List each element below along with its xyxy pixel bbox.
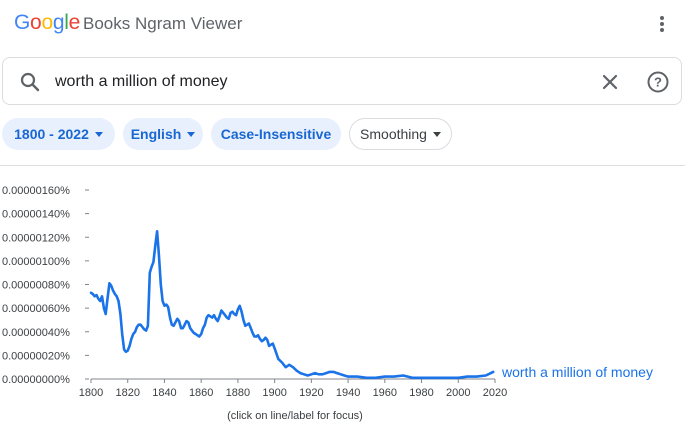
search-box: ? — [2, 57, 682, 105]
x-tick-label: 2000 — [446, 387, 470, 399]
x-tick-label: 1860 — [189, 387, 213, 399]
y-tick-label: 0.00000100% — [2, 256, 70, 268]
help-icon[interactable]: ? — [646, 70, 670, 94]
x-tick-label: 1960 — [373, 387, 397, 399]
series-label[interactable]: worth a million of money — [501, 364, 653, 380]
google-logo[interactable]: Google — [14, 11, 80, 35]
case-insensitive-toggle[interactable]: Case-Insensitive — [211, 118, 341, 150]
chart-footnote: (click on line/label for focus) — [227, 410, 363, 422]
x-tick-label: 1940 — [336, 387, 360, 399]
y-tick-label: 0.00000120% — [2, 232, 70, 244]
search-icon[interactable] — [19, 71, 41, 93]
ngram-chart: 0.00000000% 0.00000020% 0.00000040% 0.00000… — [2, 185, 653, 399]
smoothing-dropdown[interactable]: Smoothing — [349, 118, 452, 150]
series-line[interactable] — [89, 229, 495, 380]
divider — [0, 165, 685, 166]
app-title: Books Ngram Viewer — [83, 14, 243, 33]
y-tick-label: 0.00000160% — [2, 185, 70, 197]
header: Google Books Ngram Viewer — [0, 0, 685, 50]
caret-down-icon — [432, 132, 441, 137]
case-label: Case-Insensitive — [220, 126, 332, 142]
year-range-label: 1800 - 2022 — [14, 126, 89, 142]
more-vert-icon[interactable] — [650, 12, 674, 36]
logo-letter: g — [52, 11, 65, 34]
language-dropdown[interactable]: English — [123, 118, 203, 150]
y-tick-label: 0.00000060% — [2, 303, 70, 315]
y-tick-label: 0.00000020% — [2, 350, 70, 362]
language-label: English — [130, 126, 182, 142]
caret-down-icon — [187, 132, 196, 137]
x-tick-label: 1840 — [152, 387, 176, 399]
y-tick-label: 0.00000000% — [2, 374, 70, 386]
logo-letter: o — [30, 11, 42, 34]
x-tick-label: 1800 — [79, 387, 103, 399]
caret-down-icon — [94, 132, 103, 137]
logo-letter: o — [41, 11, 53, 34]
search-input[interactable] — [55, 70, 575, 94]
close-icon[interactable] — [599, 71, 621, 93]
logo-letter: G — [14, 11, 31, 34]
x-tick-label: 2020 — [483, 387, 507, 399]
smoothing-label: Smoothing — [360, 126, 427, 142]
x-tick-label: 1980 — [409, 387, 433, 399]
y-tick-label: 0.00000080% — [2, 280, 70, 292]
logo-letter: e — [68, 11, 81, 34]
x-tick-label: 1920 — [299, 387, 323, 399]
year-range-dropdown[interactable]: 1800 - 2022 — [2, 118, 115, 150]
y-tick-label: 0.00000040% — [2, 327, 70, 339]
x-tick-label: 1900 — [262, 387, 286, 399]
x-tick-label: 1880 — [226, 387, 250, 399]
svg-text:?: ? — [654, 75, 662, 90]
y-tick-label: 0.00000140% — [2, 209, 70, 221]
x-tick-label: 1820 — [115, 387, 139, 399]
